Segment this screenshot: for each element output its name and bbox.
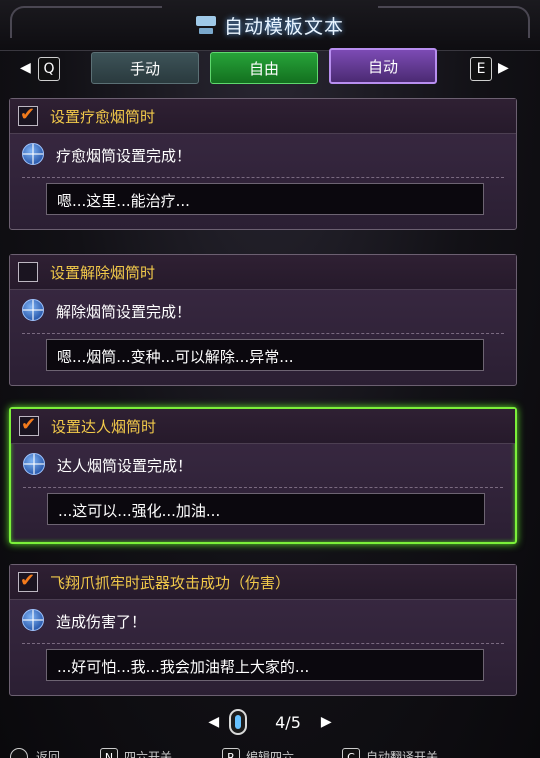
globe-icon [22, 299, 44, 321]
enable-checkbox[interactable] [18, 262, 38, 282]
divider [22, 333, 504, 334]
card-title: 设置解除烟筒时 [50, 264, 156, 282]
tab-manual[interactable]: 手动 [91, 52, 199, 84]
key-c: C [342, 748, 360, 758]
globe-icon [23, 453, 45, 475]
footer-hints: 返回 N 四六开关 R 编辑四六 C 自动翻译开关 [0, 744, 540, 758]
enable-checkbox[interactable]: ✔ [19, 414, 39, 436]
prev-page-icon[interactable]: ◀ [208, 714, 219, 730]
check-icon: ✔ [20, 104, 36, 125]
mouse-wheel-icon [229, 709, 248, 735]
template-text-icon [195, 16, 216, 34]
text-input[interactable]: ...这可以...强化...加油... [47, 493, 485, 525]
page-title-text: 自动模板文本 [223, 15, 344, 38]
card-header: 设置解除烟筒时 [10, 255, 516, 290]
globe-icon [22, 609, 44, 631]
message-row: 达人烟筒设置完成！ [23, 453, 503, 479]
template-card[interactable]: 设置解除烟筒时 解除烟筒设置完成！ 嗯...烟筒...变种...可以解除...异… [9, 254, 517, 386]
template-card[interactable]: ✔ 设置疗愈烟筒时 疗愈烟筒设置完成！ 嗯...这里...能治疗... [9, 98, 517, 230]
hint-back: 返回 [36, 750, 61, 758]
divider [22, 643, 504, 644]
message-text: 造成伤害了！ [56, 613, 147, 631]
hint-n: 四六开关 [124, 750, 173, 758]
tab-auto[interactable]: 自动 [329, 48, 437, 84]
divider [23, 487, 503, 488]
key-q[interactable]: Q [38, 57, 60, 81]
message-row: 造成伤害了！ [22, 609, 504, 635]
enable-checkbox[interactable]: ✔ [18, 104, 38, 126]
tab-bar: ◀ Q 手动 自由 自动 E ▶ [0, 48, 540, 88]
template-card[interactable]: ✔ 飞翔爪抓牢时武器攻击成功（伤害） 造成伤害了！ ...好可怕...我...我… [9, 564, 517, 696]
message-row: 疗愈烟筒设置完成！ [22, 143, 504, 169]
arrow-left-icon: ◀ [20, 60, 31, 76]
key-r: R [222, 748, 240, 758]
divider [22, 177, 504, 178]
card-title: 设置疗愈烟筒时 [50, 108, 156, 126]
message-text: 解除烟筒设置完成！ [56, 303, 192, 321]
hint-c: 自动翻译开关 [366, 750, 439, 758]
hint-r: 编辑四六 [246, 750, 295, 758]
key-n: N [100, 748, 118, 758]
text-input[interactable]: 嗯...烟筒...变种...可以解除...异常... [46, 339, 484, 371]
check-icon: ✔ [20, 570, 36, 591]
key-e[interactable]: E [470, 57, 492, 81]
card-header: ✔ 飞翔爪抓牢时武器攻击成功（伤害） [10, 565, 516, 600]
text-input[interactable]: ...好可怕...我...我会加油帮上大家的... [46, 649, 484, 681]
message-text: 疗愈烟筒设置完成！ [56, 147, 192, 165]
check-icon: ✔ [21, 414, 37, 435]
globe-icon [22, 143, 44, 165]
message-text: 达人烟筒设置完成！ [57, 457, 193, 475]
template-card-selected[interactable]: ✔ 设置达人烟筒时 达人烟筒设置完成！ ...这可以...强化...加油... [9, 407, 517, 544]
card-header: ✔ 设置疗愈烟筒时 [10, 99, 516, 134]
card-header: ✔ 设置达人烟筒时 [11, 409, 515, 444]
pager: ◀ 4/5 ▶ [0, 702, 540, 742]
tab-free[interactable]: 自由 [210, 52, 318, 84]
back-key-icon [10, 748, 28, 758]
arrow-right-icon: ▶ [498, 60, 509, 76]
page-title: 自动模板文本 [0, 10, 540, 40]
page-indicator: 4/5 [275, 712, 301, 732]
next-page-icon[interactable]: ▶ [321, 714, 332, 730]
card-title: 设置达人烟筒时 [51, 418, 157, 436]
card-title: 飞翔爪抓牢时武器攻击成功（伤害） [50, 574, 291, 592]
message-row: 解除烟筒设置完成！ [22, 299, 504, 325]
enable-checkbox[interactable]: ✔ [18, 570, 38, 592]
text-input[interactable]: 嗯...这里...能治疗... [46, 183, 484, 215]
